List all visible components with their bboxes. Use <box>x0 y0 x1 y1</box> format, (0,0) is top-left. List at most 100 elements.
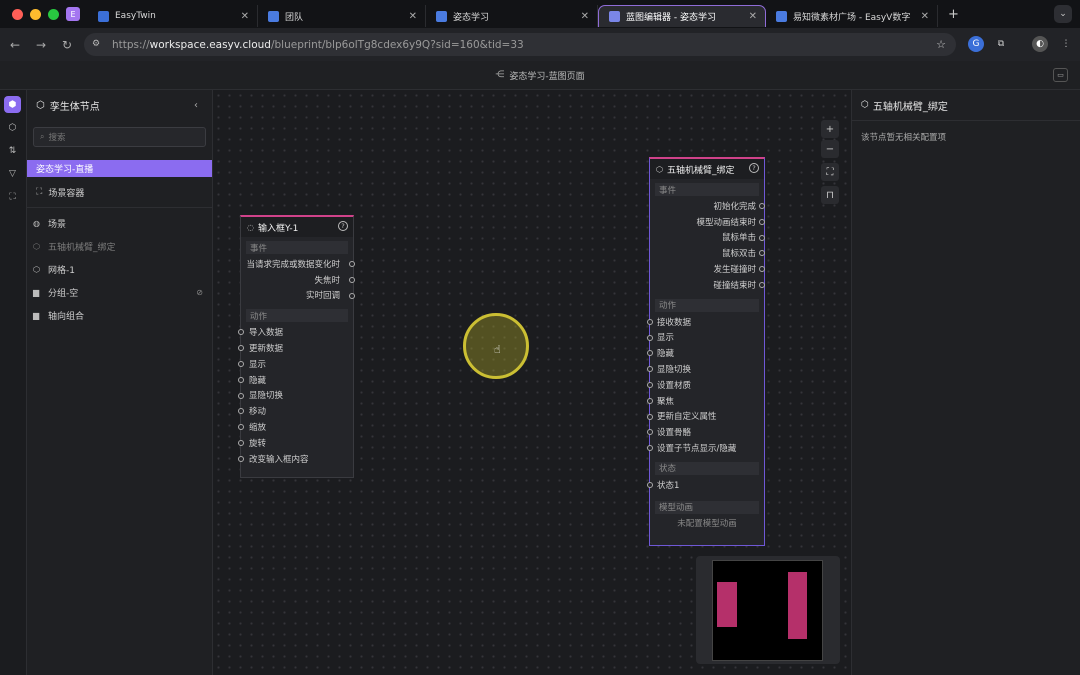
scene-item-active[interactable]: 姿态学习-直播 <box>27 160 212 177</box>
preview-icon[interactable]: ▭ <box>1053 68 1068 82</box>
events-section-label: 事件 <box>246 241 348 254</box>
event-port[interactable]: 失焦时 <box>241 272 355 288</box>
animation-section-label: 模型动画 <box>655 500 759 514</box>
minimap-viewport[interactable] <box>712 560 823 661</box>
tree-item-mesh[interactable]: ⬡ 网格-1 <box>27 258 212 281</box>
reload-button[interactable]: ↻ <box>54 38 80 52</box>
blueprint-favicon-icon <box>609 11 620 22</box>
minimize-window-button[interactable] <box>30 8 41 20</box>
node-header[interactable]: ◌ 输入框Y-1 ? <box>241 217 353 237</box>
action-port[interactable]: 显示 <box>238 356 353 372</box>
eye-off-icon[interactable]: ⊘ <box>196 288 203 297</box>
filter-icon[interactable]: ▽ <box>4 165 21 182</box>
forward-button[interactable]: → <box>28 38 54 52</box>
zoom-out-button[interactable]: − <box>821 140 839 158</box>
action-port[interactable]: 隐藏 <box>647 345 764 361</box>
tab-material-plaza[interactable]: 易知微素材广场 - EasyV数字 ✕ <box>766 5 938 27</box>
tree-item-label: 分组-空 <box>48 289 79 299</box>
action-port[interactable]: 显隐切换 <box>647 361 764 377</box>
folder-icon: ▆ <box>33 311 40 320</box>
maximize-window-button[interactable] <box>48 8 59 20</box>
panel-header: ⬡ 孪生体节点 ‹ <box>27 90 212 121</box>
node-header[interactable]: ⬡ 五轴机械臂_绑定 ? <box>650 159 764 179</box>
action-port[interactable]: 聚焦 <box>647 393 764 409</box>
cube-icon: ⬡ <box>33 265 40 274</box>
tab-pose-learning[interactable]: 姿态学习 ✕ <box>426 5 598 27</box>
action-port[interactable]: 设置材质 <box>647 377 764 393</box>
close-icon[interactable]: ✕ <box>921 11 929 22</box>
puzzle-extensions-icon[interactable]: ⧉ <box>993 36 1009 52</box>
action-port[interactable]: 设置骨骼 <box>647 424 764 440</box>
zoom-in-button[interactable]: + <box>821 120 839 138</box>
close-icon[interactable]: ✕ <box>581 11 589 22</box>
close-icon[interactable]: ✕ <box>409 11 417 22</box>
folder-icon: ▆ <box>33 288 40 297</box>
tree-item-arm[interactable]: ⬡ 五轴机械臂_绑定 <box>27 235 212 258</box>
tree-item-axis-group[interactable]: ▆ 轴向组合 <box>27 304 212 327</box>
action-port[interactable]: 显隐切换 <box>238 388 353 404</box>
actions-section-label: 动作 <box>655 298 759 312</box>
minimap[interactable] <box>696 556 840 664</box>
twin-nodes-icon[interactable]: ⬢ <box>4 96 21 113</box>
action-port[interactable]: 更新自定义属性 <box>647 409 764 425</box>
url-field[interactable]: ⚙ https://workspace.easyv.cloud/blueprin… <box>84 33 956 56</box>
action-port[interactable]: 显示 <box>647 330 764 346</box>
robot-arm-node[interactable]: ⬡ 五轴机械臂_绑定 ? 事件 初始化完成 模型动画结束时 鼠标单击 鼠标双击 … <box>647 157 765 546</box>
action-port[interactable]: 接收数据 <box>647 314 764 330</box>
back-button[interactable]: ← <box>2 38 28 52</box>
event-port[interactable]: 模型动画结束时 <box>650 214 765 230</box>
tab-label: 团队 <box>285 12 304 23</box>
action-port[interactable]: 旋转 <box>238 435 353 451</box>
fit-view-button[interactable]: ⛶ <box>821 163 839 181</box>
tab-easytwin[interactable]: EasyTwin ✕ <box>88 5 258 27</box>
tree-item-group-empty[interactable]: ▆ 分组-空 ⊘ <box>27 281 212 304</box>
tab-search-button[interactable]: ⌄ <box>1054 5 1072 23</box>
action-port[interactable]: 更新数据 <box>238 340 353 356</box>
close-icon[interactable]: ✕ <box>241 11 249 22</box>
state-port[interactable]: 状态1 <box>647 477 764 493</box>
scene-container-item[interactable]: ⛶ 场景容器 <box>27 177 212 208</box>
blueprint-canvas[interactable]: + − ⛶ ⊓ ◌ 输入框Y-1 ? 事件 当请求完成或数据变化时 失焦时 实时… <box>213 90 851 675</box>
avatar[interactable]: ◐ <box>1032 36 1048 52</box>
components-icon[interactable]: ⬡ <box>4 119 21 136</box>
no-config-note: 该节点暂无相关配置项 <box>861 133 947 143</box>
event-port[interactable]: 鼠标单击 <box>650 230 765 246</box>
logic-icon[interactable]: ⇅ <box>4 142 21 159</box>
event-port[interactable]: 初始化完成 <box>650 198 765 214</box>
config-panel-title: 五轴机械臂_绑定 <box>872 101 948 113</box>
lock-icon[interactable]: ⊓ <box>821 186 839 204</box>
event-port[interactable]: 碰撞结束时 <box>650 277 765 293</box>
action-port[interactable]: 改变输入框内容 <box>238 451 353 467</box>
extension-icon[interactable]: G <box>968 36 984 52</box>
profile-icon[interactable]: E <box>66 7 80 21</box>
tree-item-scene[interactable]: ◍ 场景 <box>27 212 212 235</box>
actions-section-label: 动作 <box>246 309 348 323</box>
easyv-favicon-icon <box>436 10 447 22</box>
input-box-node[interactable]: ◌ 输入框Y-1 ? 事件 当请求完成或数据变化时 失焦时 实时回调 动作 导入… <box>238 215 355 478</box>
frame-icon[interactable]: ⛶ <box>4 188 21 205</box>
close-icon[interactable]: ✕ <box>749 11 757 22</box>
action-port[interactable]: 隐藏 <box>238 372 353 388</box>
action-port[interactable]: 缩放 <box>238 419 353 435</box>
bookmark-star-icon[interactable]: ☆ <box>936 38 946 51</box>
new-tab-button[interactable]: + <box>948 7 959 22</box>
node-type-icon: ◌ <box>247 222 254 232</box>
help-icon[interactable]: ? <box>338 221 348 231</box>
collapse-panel-icon[interactable]: ‹ <box>194 100 198 111</box>
tab-team[interactable]: 团队 ✕ <box>258 5 426 27</box>
blueprint-icon: ⋲ <box>495 70 505 80</box>
container-icon: ⛶ <box>36 187 43 197</box>
action-port[interactable]: 设置子节点显示/隐藏 <box>647 440 764 456</box>
close-window-button[interactable] <box>12 8 23 20</box>
tab-blueprint-editor[interactable]: 蓝图编辑器 - 姿态学习 ✕ <box>598 5 766 27</box>
search-input[interactable]: ⌕ 搜索 <box>33 127 206 147</box>
help-icon[interactable]: ? <box>749 163 759 173</box>
event-port[interactable]: 鼠标双击 <box>650 245 765 261</box>
event-port[interactable]: 实时回调 <box>241 288 355 304</box>
action-port[interactable]: 移动 <box>238 403 353 419</box>
site-settings-icon[interactable]: ⚙ <box>92 39 104 51</box>
event-port[interactable]: 当请求完成或数据变化时 <box>241 256 355 272</box>
event-port[interactable]: 发生碰撞时 <box>650 261 765 277</box>
more-menu-icon[interactable]: ⋮ <box>1058 36 1074 52</box>
action-port[interactable]: 导入数据 <box>238 324 353 340</box>
